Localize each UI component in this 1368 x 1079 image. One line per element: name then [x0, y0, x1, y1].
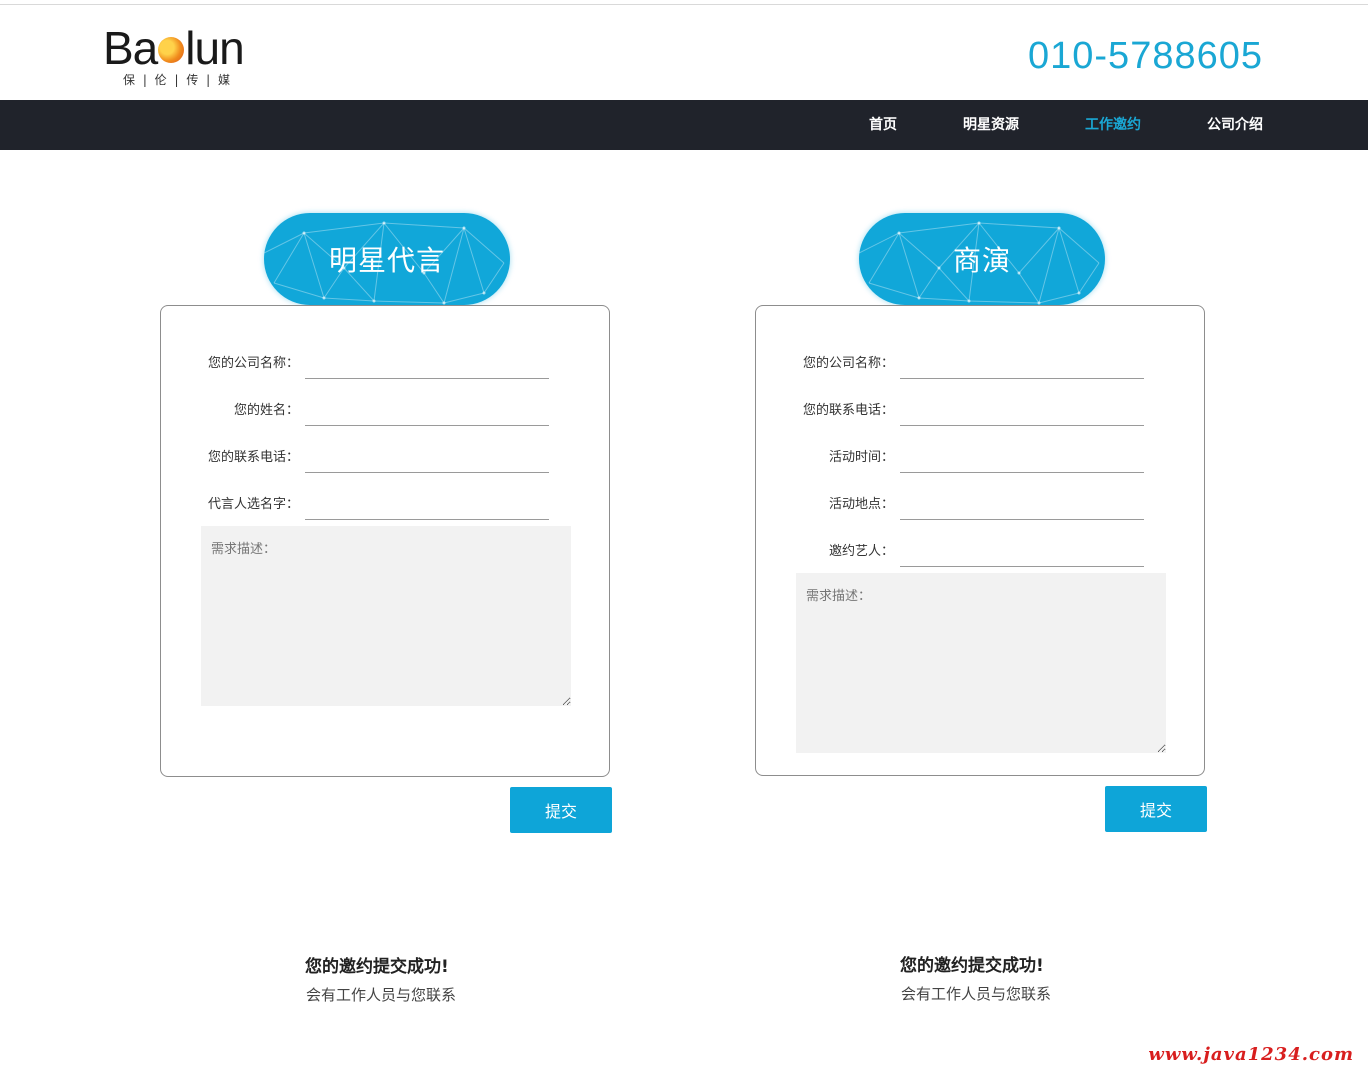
field-label: 邀约艺人：	[828, 544, 894, 559]
success-title: 您的邀约提交成功!	[305, 957, 449, 977]
field-label: 您的公司名称：	[802, 356, 894, 371]
form-title: 明星代言	[328, 244, 445, 277]
phone-input[interactable]	[900, 393, 1144, 426]
main-nav: 首页 明星资源 工作邀约 公司介绍	[0, 100, 1368, 150]
event-time-input[interactable]	[900, 440, 1144, 473]
field-label: 您的联系电话：	[802, 403, 894, 418]
form-row: 您的联系电话：	[161, 426, 611, 473]
description-textarea[interactable]	[796, 573, 1166, 753]
form-row: 您的姓名：	[161, 379, 611, 426]
submit-button[interactable]: 提交	[510, 787, 612, 833]
logo-subtitle: 保 | 伦 | 传 | 媒	[123, 73, 233, 87]
name-input[interactable]	[305, 393, 549, 426]
form-title-badge-endorsement: 明星代言	[264, 213, 510, 305]
phone-number: 010-5788605	[1028, 35, 1263, 77]
event-location-input[interactable]	[900, 487, 1144, 520]
field-label: 您的公司名称：	[207, 356, 299, 371]
nav-item-star-resources[interactable]: 明星资源	[963, 100, 1019, 150]
invited-artist-input[interactable]	[900, 534, 1144, 567]
success-message: 会有工作人员与您联系	[306, 986, 457, 1004]
form-title-badge-commercial-show: 商演	[859, 213, 1105, 305]
nav-item-home[interactable]: 首页	[869, 100, 897, 150]
site-header: Ba lun 保 | 伦 | 传 | 媒 010-5788605	[0, 5, 1368, 100]
nav-item-company-intro[interactable]: 公司介绍	[1207, 100, 1263, 150]
form-row: 您的联系电话：	[756, 379, 1206, 426]
field-label: 活动时间：	[828, 450, 894, 465]
logo[interactable]: Ba lun 保 | 伦 | 传 | 媒	[103, 25, 263, 89]
form-row: 您的公司名称：	[756, 332, 1206, 379]
field-label: 您的姓名：	[233, 403, 299, 418]
success-title: 您的邀约提交成功!	[900, 956, 1044, 976]
submit-button[interactable]: 提交	[1105, 786, 1207, 832]
nav-item-work-invitation[interactable]: 工作邀约	[1085, 100, 1141, 150]
company-name-input[interactable]	[305, 346, 549, 379]
field-label: 活动地点：	[828, 497, 894, 512]
form-row: 活动时间：	[756, 426, 1206, 473]
phone-input[interactable]	[305, 440, 549, 473]
spokesperson-name-input[interactable]	[305, 487, 549, 520]
endorsement-form: 您的公司名称： 您的姓名： 您的联系电话： 代言人选名字：	[160, 305, 610, 777]
form-row: 您的公司名称：	[161, 332, 611, 379]
field-label: 您的联系电话：	[207, 450, 299, 465]
watermark: www.java1234.com	[1148, 1044, 1354, 1065]
form-title: 商演	[952, 244, 1011, 277]
commercial-show-form: 您的公司名称： 您的联系电话： 活动时间： 活动地点： 邀约艺人：	[755, 305, 1205, 776]
form-row: 代言人选名字：	[161, 473, 611, 520]
company-name-input[interactable]	[900, 346, 1144, 379]
logo-wordmark: Ba lun	[103, 22, 245, 74]
success-message: 会有工作人员与您联系	[901, 985, 1052, 1003]
field-label: 代言人选名字：	[207, 497, 299, 512]
logo-o-icon	[158, 37, 185, 63]
form-row: 邀约艺人：	[756, 520, 1206, 567]
description-textarea[interactable]	[201, 526, 571, 706]
form-row: 活动地点：	[756, 473, 1206, 520]
